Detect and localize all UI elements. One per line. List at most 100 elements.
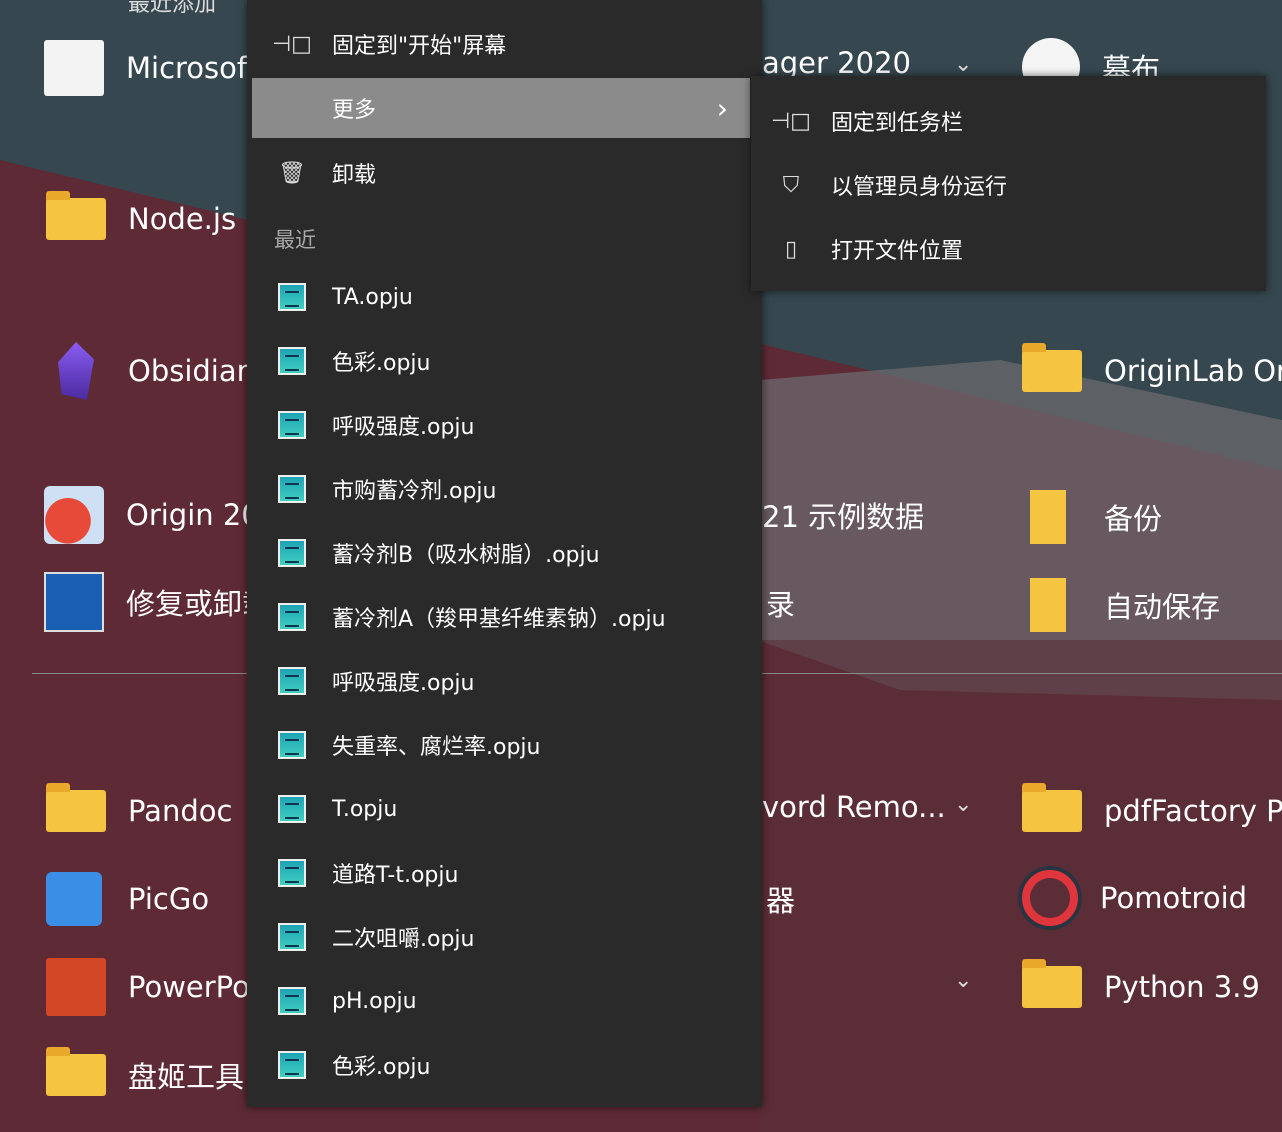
- tile-nodejs[interactable]: Node.js: [46, 198, 236, 240]
- tile-pdffactory[interactable]: pdfFactory P: [1022, 790, 1282, 832]
- tile-label: ager 2020: [762, 46, 911, 80]
- origin-file-icon: [252, 731, 332, 759]
- menu-item-label: 呼吸强度.opju: [332, 409, 474, 441]
- section-header-label: 最近添加: [128, 0, 216, 18]
- origin-file-icon: [252, 667, 332, 695]
- tile-middle-1[interactable]: ager 2020: [762, 46, 911, 80]
- tile-middle-2[interactable]: 21 示例数据: [762, 494, 924, 536]
- tile-middle-3[interactable]: 录: [766, 582, 795, 624]
- recent-file-item[interactable]: 色彩.opju: [252, 331, 750, 391]
- chevron-down-icon[interactable]: ⌄: [954, 792, 972, 817]
- recent-file-item[interactable]: 蓄冷剂B（吸水树脂）.opju: [252, 523, 750, 583]
- recent-file-item[interactable]: 蓄冷剂A（羧甲基纤维素钠）.opju: [252, 587, 750, 647]
- obsidian-icon: [58, 342, 94, 400]
- menu-item-open-file-location[interactable]: ▯打开文件位置: [751, 219, 1266, 279]
- menu-item-label: 更多: [332, 92, 376, 124]
- menu-item-label: 色彩.opju: [332, 1049, 430, 1081]
- folder-icon: [1022, 350, 1082, 392]
- tile-pomotroid[interactable]: Pomotroid: [1022, 870, 1247, 926]
- tile-label: 盘姬工具: [128, 1054, 244, 1096]
- menu-item-label: 道路T-t.opju: [332, 857, 458, 889]
- picgo-icon: [46, 872, 102, 926]
- tile-originlab[interactable]: OriginLab Or: [1022, 350, 1282, 392]
- section-header-recently-added: 最近添加: [128, 0, 216, 18]
- origin-file-icon: [252, 1051, 332, 1079]
- submenu-more: ⊣□固定到任务栏 ⛉以管理员身份运行 ▯打开文件位置: [751, 76, 1266, 291]
- recent-file-item[interactable]: 道路T-t.opju: [252, 843, 750, 903]
- trash-icon: 🗑: [252, 161, 332, 186]
- tile-python[interactable]: Python 3.9: [1022, 966, 1260, 1008]
- tile-picgo[interactable]: PicGo: [46, 872, 209, 926]
- tile-label: pdfFactory P: [1104, 794, 1282, 828]
- context-menu: ⊣□固定到"开始"屏幕 更多 › 🗑卸载 最近 TA.opju 色彩.opju 呼吸强…: [247, 0, 762, 1107]
- tile-obsidian[interactable]: Obsidian: [46, 342, 255, 400]
- origin-file-icon: [252, 795, 332, 823]
- chevron-down-icon[interactable]: ⌄: [954, 968, 972, 993]
- folder-icon: [46, 1054, 106, 1096]
- origin-file-icon: [252, 603, 332, 631]
- recent-file-item[interactable]: 呼吸强度.opju: [252, 395, 750, 455]
- recent-file-item[interactable]: 呼吸强度.opju: [252, 651, 750, 711]
- origin-file-icon: [252, 411, 332, 439]
- tile-label: Obsidian: [128, 354, 255, 388]
- origin-file-icon: [252, 283, 332, 311]
- recent-file-item[interactable]: pH.opju: [252, 971, 750, 1031]
- recent-file-item[interactable]: 二次咀嚼.opju: [252, 907, 750, 967]
- folder-icon: [46, 198, 106, 240]
- chevron-down-icon[interactable]: ⌄: [954, 52, 972, 77]
- menu-item-pin-to-taskbar[interactable]: ⊣□固定到任务栏: [751, 91, 1266, 151]
- menu-item-label: 失重率、腐烂率.opju: [332, 729, 540, 761]
- folder-icon: [46, 790, 106, 832]
- recent-file-item[interactable]: T.opju: [252, 779, 750, 839]
- origin-file-icon: [252, 539, 332, 567]
- tile-repair-uninstall[interactable]: 修复或卸载: [44, 572, 271, 632]
- tile-label: 器: [766, 878, 795, 920]
- menu-item-label: 呼吸强度.opju: [332, 665, 474, 697]
- tile-label: Python 3.9: [1104, 970, 1260, 1004]
- tile-panji-tools[interactable]: 盘姬工具: [46, 1054, 244, 1096]
- recent-file-item[interactable]: 市购蓄冷剂.opju: [252, 459, 750, 519]
- menu-item-label: 二次咀嚼.opju: [332, 921, 474, 953]
- shield-icon: ⛉: [751, 173, 831, 198]
- menu-item-label: 固定到"开始"屏幕: [332, 28, 506, 60]
- menu-item-label: 固定到任务栏: [831, 105, 963, 137]
- tile-label: Pandoc: [128, 794, 232, 828]
- tile-middle-5[interactable]: 器: [766, 878, 795, 920]
- tile-label: Node.js: [128, 202, 236, 236]
- tile-label: PicGo: [128, 882, 209, 916]
- origin-file-icon: [252, 347, 332, 375]
- powerpoint-icon: [46, 958, 106, 1016]
- origin-file-icon: [252, 923, 332, 951]
- menu-item-label: 打开文件位置: [831, 233, 963, 265]
- tile-label: vord Remo...: [762, 790, 946, 824]
- menu-item-pin-to-start[interactable]: ⊣□固定到"开始"屏幕: [252, 14, 750, 74]
- repair-icon: [44, 572, 104, 632]
- chevron-right-icon: ›: [717, 92, 728, 125]
- origin-file-icon: [252, 475, 332, 503]
- folder-icon: [1030, 578, 1066, 632]
- menu-item-label: 色彩.opju: [332, 345, 430, 377]
- tile-pandoc[interactable]: Pandoc: [46, 790, 232, 832]
- recent-header: 最近: [274, 224, 316, 254]
- tile-label: 备份: [1104, 496, 1162, 538]
- menu-item-run-as-admin[interactable]: ⛉以管理员身份运行: [751, 155, 1266, 215]
- recent-file-item[interactable]: 色彩.opju: [252, 1035, 750, 1095]
- origin-file-icon: [252, 987, 332, 1015]
- folder-icon: [1022, 966, 1082, 1008]
- recent-file-item[interactable]: 失重率、腐烂率.opju: [252, 715, 750, 775]
- folder-icon: [1022, 790, 1082, 832]
- menu-item-label: 市购蓄冷剂.opju: [332, 473, 496, 505]
- tile-middle-4[interactable]: vord Remo...: [762, 790, 946, 824]
- menu-item-label: 蓄冷剂A（羧甲基纤维素钠）.opju: [332, 601, 666, 633]
- tile-label: 21 示例数据: [762, 494, 924, 536]
- origin-icon: [44, 486, 104, 544]
- pin-icon: ⊣□: [252, 32, 332, 57]
- menu-item-label: T.opju: [332, 797, 397, 822]
- menu-item-more[interactable]: 更多 ›: [252, 78, 750, 138]
- tile-backup[interactable]: 备份: [1030, 490, 1162, 544]
- recent-file-item[interactable]: TA.opju: [252, 267, 750, 327]
- menu-item-label: pH.opju: [332, 989, 417, 1014]
- menu-item-label: 卸载: [332, 157, 376, 189]
- tile-autosave[interactable]: 自动保存: [1030, 578, 1220, 632]
- menu-item-uninstall[interactable]: 🗑卸载: [252, 143, 750, 203]
